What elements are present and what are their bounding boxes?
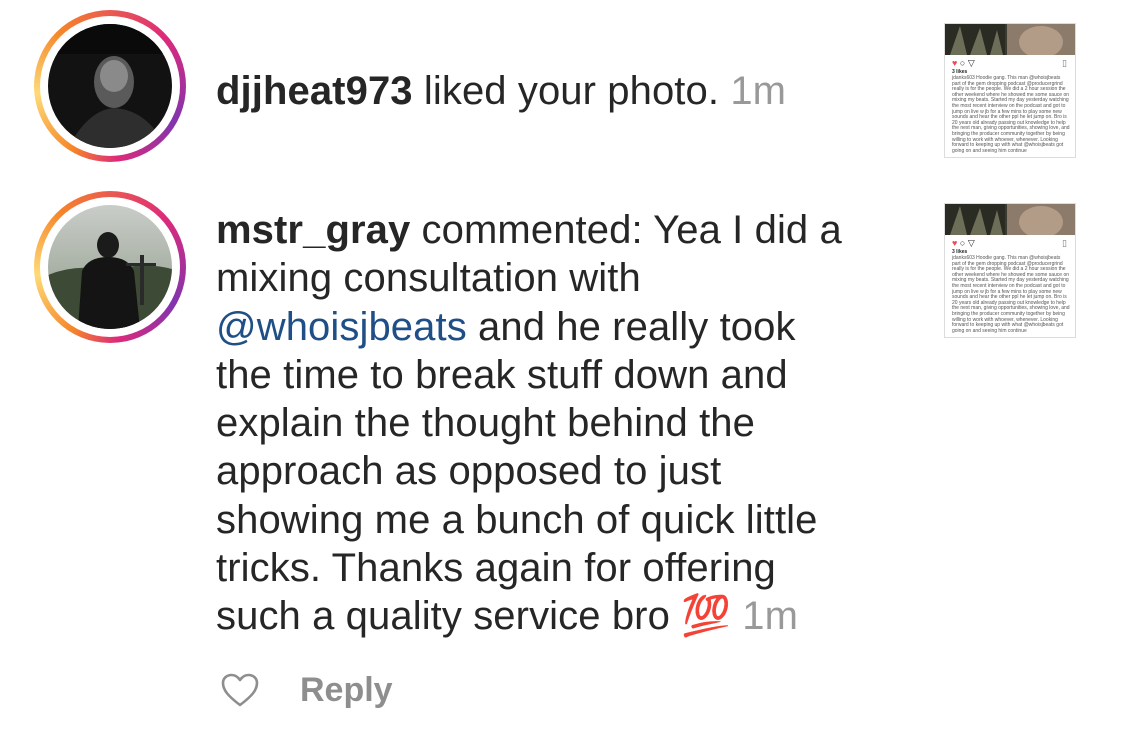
timestamp: 1m	[730, 69, 787, 113]
post-thumbnail[interactable]: ♥ ○ ▽ ▯ 3 likes jdanks603 Hoodie gang. T…	[944, 23, 1076, 158]
reply-button[interactable]: Reply	[300, 668, 393, 712]
comment-icon: ○	[959, 58, 966, 68]
username-link[interactable]: mstr_gray	[216, 208, 410, 252]
post-thumbnail[interactable]: ♥ ○ ▽ ▯ 3 likes jdanks603 Hoodie gang. T…	[944, 203, 1076, 338]
comment-icon: ○	[959, 238, 966, 248]
share-icon: ▽	[967, 58, 975, 68]
avatar[interactable]	[48, 24, 172, 148]
notification-comment[interactable]: mstr_gray commented: Yea I did a mixing …	[0, 180, 1124, 740]
avatar[interactable]	[48, 205, 172, 329]
username-link[interactable]: djjheat973	[216, 69, 413, 113]
thumb-caption: jdanks603 Hoodie gang. This man @whoisjb…	[952, 75, 1070, 154]
bookmark-icon: ▯	[1062, 238, 1067, 248]
comment-line: Yea I did a	[653, 208, 842, 252]
heart-filled-icon: ♥	[952, 58, 958, 68]
post-screenshot-thumbnail-icon	[945, 24, 1075, 55]
comment-line: and he really took	[466, 304, 796, 349]
action-text: liked your photo.	[412, 69, 720, 113]
notification-text: djjheat973 liked your photo. 1m	[216, 67, 896, 115]
comment-line: such a quality service bro	[216, 594, 682, 639]
story-ring[interactable]	[34, 191, 186, 343]
comment-line: the time to break stuff down and	[216, 352, 788, 397]
post-screenshot-thumbnail-icon	[945, 204, 1075, 235]
profile-photo-man-bw-icon	[48, 24, 172, 148]
notification-like[interactable]: djjheat973 liked your photo. 1m ♥ ○ ▽ ▯ …	[0, 0, 1124, 180]
timestamp: 1m	[742, 594, 799, 639]
comment-line: tricks. Thanks again for offering	[216, 546, 776, 591]
comment-line: mixing consultation with	[216, 256, 641, 301]
heart-filled-icon: ♥	[952, 238, 958, 248]
profile-photo-silhouette-icon	[48, 205, 172, 329]
action-text: commented:	[410, 208, 654, 252]
thumb-caption: jdanks603 Hoodie gang. This man @whoisjb…	[952, 255, 1070, 334]
bookmark-icon: ▯	[1062, 58, 1067, 68]
share-icon: ▽	[967, 238, 975, 248]
story-ring[interactable]	[34, 10, 186, 162]
comment-line: showing me a bunch of quick little	[216, 497, 818, 542]
comment-line: approach as opposed to just	[216, 449, 722, 494]
heart-outline-icon[interactable]	[220, 672, 260, 708]
hundred-points-emoji: 💯	[681, 594, 732, 639]
mention-link[interactable]: @whoisjbeats	[216, 305, 467, 349]
comment-line: explain the thought behind the	[216, 401, 755, 446]
comment-text: mstr_gray commented: Yea I did a mixing …	[216, 206, 916, 641]
